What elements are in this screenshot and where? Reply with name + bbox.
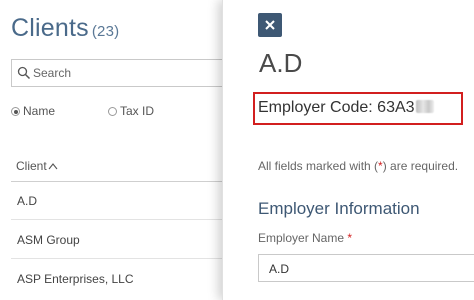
client-name: ASP Enterprises, LLC — [17, 272, 134, 286]
section-title: Employer Information — [258, 199, 420, 218]
client-name: ASM Group — [17, 233, 80, 247]
employer-name-required: * — [347, 231, 353, 245]
table-row[interactable]: A.D — [11, 182, 226, 220]
required-fields-note: All fields marked with (*) are required. — [258, 159, 458, 173]
search-input[interactable]: Search — [11, 59, 226, 87]
client-name: A.D — [17, 194, 38, 208]
radio-tax-id[interactable]: Tax ID — [108, 104, 154, 118]
search-icon — [17, 66, 31, 80]
search-placeholder: Search — [33, 66, 72, 80]
table-row[interactable]: ASM Group — [11, 221, 226, 259]
client-column-label: Client — [16, 159, 47, 173]
clients-title: Clients (23) — [11, 14, 119, 43]
employer-code-text: Employer Code: 63A3 — [258, 99, 415, 116]
clients-title-text: Clients — [11, 14, 89, 42]
close-icon — [265, 20, 275, 30]
employer-name-label-text: Employer Name — [258, 231, 345, 245]
radio-name[interactable]: Name — [11, 104, 55, 118]
employer-name-label: Employer Name * — [258, 231, 352, 245]
required-suffix: ) are required. — [382, 159, 459, 173]
employer-title: A.D — [259, 48, 303, 78]
clients-panel: Clients (23) Search Name Tax ID Client A.… — [0, 0, 226, 300]
client-column-header[interactable]: Client — [16, 159, 58, 173]
radio-name-label: Name — [23, 104, 56, 118]
radio-tax-label: Tax ID — [120, 104, 155, 118]
employer-name-field[interactable]: A.D — [258, 254, 474, 282]
radio-unselected-icon — [108, 107, 117, 116]
radio-selected-icon — [11, 107, 20, 116]
clients-count: (23) — [91, 23, 120, 40]
sort-ascending-icon — [48, 163, 58, 170]
close-button[interactable] — [258, 13, 282, 37]
employer-detail-panel: A.D Employer Code: 63A3 All fields marke… — [222, 0, 474, 300]
redacted-code-suffix — [415, 100, 434, 113]
table-row[interactable]: ASP Enterprises, LLC — [11, 260, 226, 298]
employer-name-value: A.D — [269, 262, 290, 276]
employer-code: Employer Code: 63A3 — [258, 99, 434, 117]
required-prefix: All fields marked with ( — [258, 159, 379, 173]
